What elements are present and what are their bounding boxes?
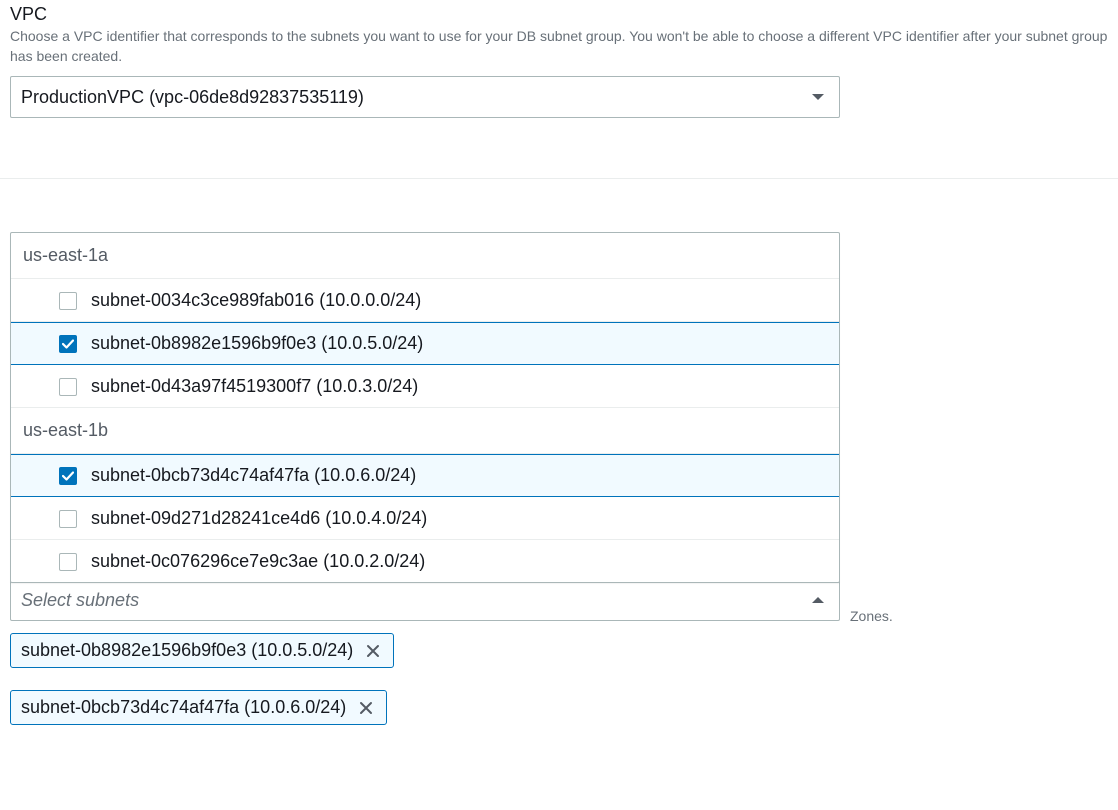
- checkbox-icon[interactable]: [59, 467, 77, 485]
- vpc-select[interactable]: ProductionVPC (vpc-06de8d92837535119): [10, 76, 840, 118]
- subnet-select-placeholder: Select subnets: [21, 590, 139, 611]
- subnet-option[interactable]: subnet-09d271d28241ce4d6 (10.0.4.0/24): [11, 497, 839, 540]
- vpc-field-label: VPC: [10, 4, 1108, 25]
- section-divider: [0, 178, 1118, 179]
- checkbox-icon[interactable]: [59, 335, 77, 353]
- caret-up-icon: [811, 592, 825, 608]
- vpc-select-value: ProductionVPC (vpc-06de8d92837535119): [21, 87, 364, 108]
- subnet-option[interactable]: subnet-0b8982e1596b9f0e3 (10.0.5.0/24): [11, 322, 839, 365]
- close-icon[interactable]: [356, 698, 376, 718]
- checkbox-icon[interactable]: [59, 553, 77, 571]
- background-hint-text: Zones.: [850, 608, 893, 624]
- checkbox-icon[interactable]: [59, 510, 77, 528]
- caret-down-icon: [811, 92, 825, 102]
- token-label: subnet-0bcb73d4c74af47fa (10.0.6.0/24): [21, 697, 346, 718]
- subnet-option-label: subnet-0034c3ce989fab016 (10.0.0.0/24): [91, 290, 827, 311]
- selected-subnet-token: subnet-0b8982e1596b9f0e3 (10.0.5.0/24): [10, 633, 394, 668]
- token-label: subnet-0b8982e1596b9f0e3 (10.0.5.0/24): [21, 640, 353, 661]
- subnet-select[interactable]: Select subnets: [10, 579, 840, 621]
- subnet-option[interactable]: subnet-0034c3ce989fab016 (10.0.0.0/24): [11, 279, 839, 322]
- subnet-group-header: us-east-1a: [11, 233, 839, 279]
- subnet-option-label: subnet-09d271d28241ce4d6 (10.0.4.0/24): [91, 508, 827, 529]
- subnet-option[interactable]: subnet-0c076296ce7e9c3ae (10.0.2.0/24): [11, 540, 839, 582]
- subnet-option-label: subnet-0b8982e1596b9f0e3 (10.0.5.0/24): [91, 333, 827, 354]
- subnet-group-header: us-east-1b: [11, 408, 839, 454]
- subnet-option[interactable]: subnet-0bcb73d4c74af47fa (10.0.6.0/24): [11, 454, 839, 497]
- checkbox-icon[interactable]: [59, 378, 77, 396]
- subnet-dropdown-panel: us-east-1a subnet-0034c3ce989fab016 (10.0…: [10, 232, 840, 583]
- subnet-option-label: subnet-0d43a97f4519300f7 (10.0.3.0/24): [91, 376, 827, 397]
- subnet-option-label: subnet-0c076296ce7e9c3ae (10.0.2.0/24): [91, 551, 827, 572]
- vpc-field-description: Choose a VPC identifier that corresponds…: [10, 27, 1108, 66]
- checkbox-icon[interactable]: [59, 292, 77, 310]
- selected-subnet-token: subnet-0bcb73d4c74af47fa (10.0.6.0/24): [10, 690, 387, 725]
- subnet-option[interactable]: subnet-0d43a97f4519300f7 (10.0.3.0/24): [11, 365, 839, 408]
- subnet-option-label: subnet-0bcb73d4c74af47fa (10.0.6.0/24): [91, 465, 827, 486]
- close-icon[interactable]: [363, 641, 383, 661]
